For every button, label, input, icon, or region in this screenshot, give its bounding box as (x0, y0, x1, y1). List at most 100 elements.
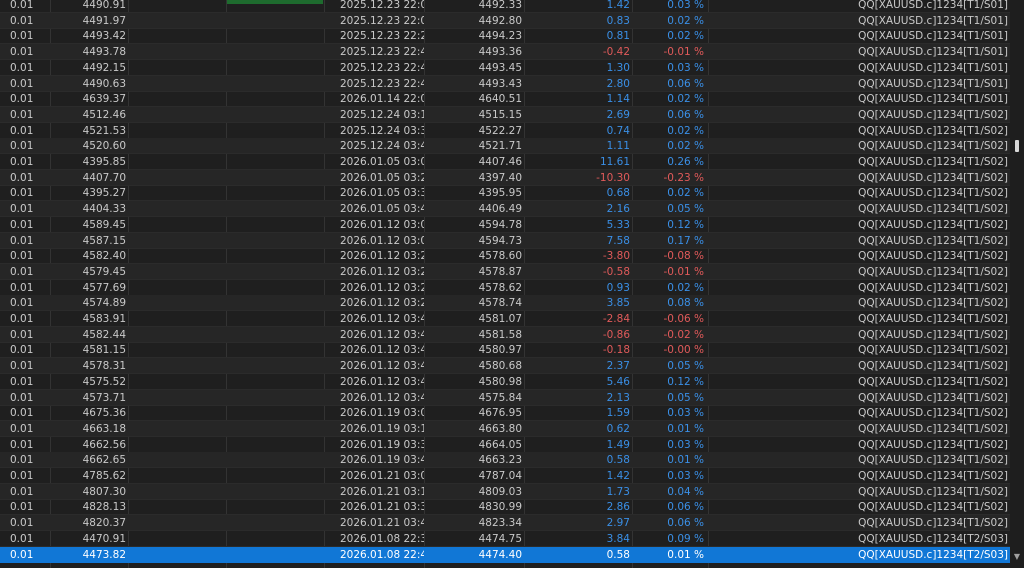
table-row[interactable]: 0.01 4581.15 2026.01.12 03:41:00 4580.97 -0.… (0, 342, 1010, 359)
volume-cell: 0.01 (10, 156, 34, 168)
table-row[interactable]: 0.01 4662.65 2026.01.19 03:47:00 4663.23 0.5… (0, 452, 1010, 469)
table-row[interactable]: 0.01 4578.31 2026.01.12 03:41:00 4580.68 2.3… (0, 358, 1010, 375)
table-row[interactable]: 0.01 4520.60 2025.12.24 03:45:02 4521.71 1.1… (0, 138, 1010, 155)
profit-percent-cell: -0.01 % (663, 46, 704, 59)
table-row[interactable]: 0.01 4785.62 2026.01.21 03:02:00 4787.04 1.4… (0, 468, 1010, 484)
table-row[interactable]: 0.01 4575.52 2026.01.12 03:41:01 4580.98 5.4… (0, 374, 1010, 390)
comment-cell: QQ[XAUUSD.c]1234[T1/S02] (858, 328, 1008, 341)
table-row[interactable]: 0.01 4675.36 2026.01.19 03:00:02 4676.95 1.5… (0, 405, 1010, 422)
table-row[interactable]: 0.01 4521.53 2025.12.24 03:36:00 4522.27 0.7… (0, 123, 1010, 139)
table-row[interactable]: 0.01 4820.37 2026.01.21 03:46:00 4823.34 2.9… (0, 515, 1010, 532)
comment-cell: QQ[XAUUSD.c]1234[T1/S01] (858, 77, 1008, 90)
comment-cell: QQ[XAUUSD.c]1234[T1/S01] (858, 46, 1008, 59)
close-price-cell: 4521.71 (478, 140, 522, 153)
open-price-cell: 4589.45 (82, 218, 126, 231)
profit-cell: 3.84 (606, 532, 630, 545)
volume-cell: 0.01 (10, 140, 34, 153)
comment-cell: QQ[XAUUSD.c]1234[T1/S02] (858, 171, 1008, 184)
vertical-scrollbar[interactable] (1010, 0, 1024, 568)
open-price-cell: 4807.30 (82, 485, 126, 498)
volume-cell: 0.01 (10, 124, 34, 137)
profit-percent-cell: 0.06 % (667, 517, 704, 530)
profit-percent-cell: 0.04 % (667, 485, 704, 498)
profit-percent-cell: 0.03 % (667, 407, 704, 420)
table-row[interactable]: 0.01 4404.33 2026.01.05 03:46:00 4406.49 2.1… (0, 201, 1010, 218)
table-row[interactable]: 0.01 4579.45 2026.01.12 03:23:00 4578.87 -0.… (0, 263, 1010, 280)
table-row[interactable]: 0.01 4573.71 2026.01.12 03:45:39 4575.84 2.1… (0, 389, 1010, 406)
close-price-cell: 4809.03 (478, 485, 522, 498)
close-price-cell: 4515.15 (478, 108, 522, 121)
close-time-cell: 2025.12.23 22:07:00 (340, 14, 424, 27)
table-row[interactable]: 0.01 4589.45 2026.01.12 03:01:24 4594.78 5.3… (0, 217, 1010, 233)
comment-cell: QQ[XAUUSD.c]1234[T1/S02] (858, 156, 1008, 168)
profit-cell: -0.18 (602, 344, 630, 357)
close-time-cell: 2026.01.21 03:46:00 (340, 517, 424, 530)
close-time-cell: 2025.12.23 22:46:00 (340, 61, 424, 74)
close-price-cell: 4578.60 (478, 250, 522, 263)
profit-percent-cell: 0.02 % (667, 14, 704, 27)
close-time-cell: 2026.01.12 03:41:01 (340, 375, 424, 388)
open-price-cell: 4785.62 (82, 470, 126, 482)
table-row[interactable]: 0.01 4491.97 2025.12.23 22:07:00 4492.80 0.8… (0, 12, 1010, 29)
table-row[interactable]: 0.01 4807.30 2026.01.21 03:15:05 4809.03 1.7… (0, 483, 1010, 500)
scroll-down-arrow-icon[interactable]: ▼ (1012, 552, 1022, 562)
open-price-cell: 4490.63 (82, 77, 126, 90)
table-row[interactable]: 0.01 4473.82 2026.01.08 22:47:00 4474.40 0.5… (0, 546, 1010, 563)
profit-cell: -0.86 (602, 328, 630, 341)
profit-cell: 1.59 (606, 407, 630, 420)
close-time-cell: 2026.01.19 03:00:02 (340, 407, 424, 420)
profit-percent-cell: 0.08 % (667, 297, 704, 310)
profit-cell: -10.30 (596, 171, 630, 184)
table-row[interactable]: 0.01 4490.63 2025.12.23 22:46:00 4493.43 2.8… (0, 75, 1010, 92)
table-row[interactable]: 0.01 4493.42 2025.12.23 22:20:00 4494.23 0.8… (0, 28, 1010, 45)
table-row[interactable]: 0.01 4493.78 2025.12.23 22:46:00 4493.36 -0.… (0, 44, 1010, 61)
open-price-cell: 4582.40 (82, 250, 126, 263)
close-time-cell: 2026.01.19 03:15:02 (340, 422, 424, 435)
close-price-cell: 4787.04 (478, 470, 522, 482)
table-row[interactable]: 0.01 4492.15 2025.12.23 22:46:00 4493.45 1.3… (0, 60, 1010, 76)
comment-cell: QQ[XAUUSD.c]1234[T1/S02] (858, 124, 1008, 137)
table-row[interactable]: 0.01 4395.27 2026.01.05 03:33:00 4395.95 0.6… (0, 185, 1010, 202)
close-time-cell: 2025.12.24 03:45:02 (340, 140, 424, 153)
open-price-cell: 4521.53 (82, 124, 126, 137)
volume-cell: 0.01 (10, 360, 34, 373)
open-price-cell: 4581.15 (82, 344, 126, 357)
table-row[interactable]: 0.01 4663.18 2026.01.19 03:15:02 4663.80 0.6… (0, 420, 1010, 437)
table-row[interactable]: 0.01 4574.89 2026.01.12 03:23:00 4578.74 3.8… (0, 295, 1010, 312)
table-row[interactable]: 0.01 4582.44 2026.01.12 03:41:00 4581.58 -0.… (0, 326, 1010, 343)
profit-cell: 2.37 (606, 360, 630, 373)
volume-cell: 0.01 (10, 250, 34, 263)
close-time-cell: 2026.01.14 22:02:00 (340, 93, 424, 106)
close-time-cell: 2026.01.12 03:23:00 (340, 250, 424, 263)
close-price-cell: 4581.07 (478, 313, 522, 325)
comment-cell: QQ[XAUUSD.c]1234[T1/S02] (858, 422, 1008, 435)
profit-cell: 1.49 (606, 438, 630, 451)
table-row[interactable]: 0.01 4587.15 2026.01.12 03:01:24 4594.73 7.5… (0, 232, 1010, 249)
close-price-cell: 4493.45 (478, 61, 522, 74)
open-price-cell: 4578.31 (82, 360, 126, 373)
table-row[interactable]: 0.01 4407.70 2026.01.05 03:29:00 4397.40 -10… (0, 169, 1010, 186)
table-row[interactable]: 0.01 4582.40 2026.01.12 03:23:00 4578.60 -3.… (0, 248, 1010, 265)
open-price-cell: 4492.15 (82, 61, 126, 74)
close-time-cell: 2025.12.23 22:46:00 (340, 46, 424, 59)
table-row[interactable]: 0.01 4395.85 2026.01.05 03:06:01 4407.46 11.… (0, 154, 1010, 170)
close-time-cell: 2025.12.23 22:20:00 (340, 30, 424, 43)
profit-cell: 0.83 (606, 14, 630, 27)
close-time-cell: 2026.01.12 03:01:24 (340, 234, 424, 247)
profit-cell: -0.58 (602, 265, 630, 278)
table-row[interactable]: 0.01 4828.13 2026.01.21 03:31:00 4830.99 2.8… (0, 499, 1010, 516)
volume-cell: 0.01 (10, 485, 34, 498)
table-row[interactable]: 0.01 4470.91 2026.01.08 22:31:00 4474.75 3.8… (0, 531, 1010, 547)
close-price-cell: 4581.58 (478, 328, 522, 341)
volume-cell: 0.01 (10, 265, 34, 278)
table-row[interactable]: 0.01 4512.46 2025.12.24 03:17:00 4515.15 2.6… (0, 106, 1010, 123)
table-row[interactable]: 0.01 4639.37 2026.01.14 22:02:00 4640.51 1.1… (0, 91, 1010, 108)
profit-percent-cell: 0.02 % (667, 124, 704, 137)
profit-cell: -2.84 (602, 313, 630, 325)
table-row[interactable]: 0.01 4490.91 2025.12.23 22:02:00 4492.33 1.4… (0, 0, 1010, 13)
table-row[interactable]: 0.01 4583.91 2026.01.12 03:41:01 4581.07 -2.… (0, 311, 1010, 327)
table-row[interactable]: 0.01 4577.69 2026.01.12 03:23:00 4578.62 0.9… (0, 280, 1010, 296)
table-row[interactable]: 0.01 4662.56 2026.01.19 03:30:02 4664.05 1.4… (0, 437, 1010, 453)
close-price-cell: 4493.36 (478, 46, 522, 59)
scrollbar-thumb[interactable] (1015, 140, 1019, 152)
